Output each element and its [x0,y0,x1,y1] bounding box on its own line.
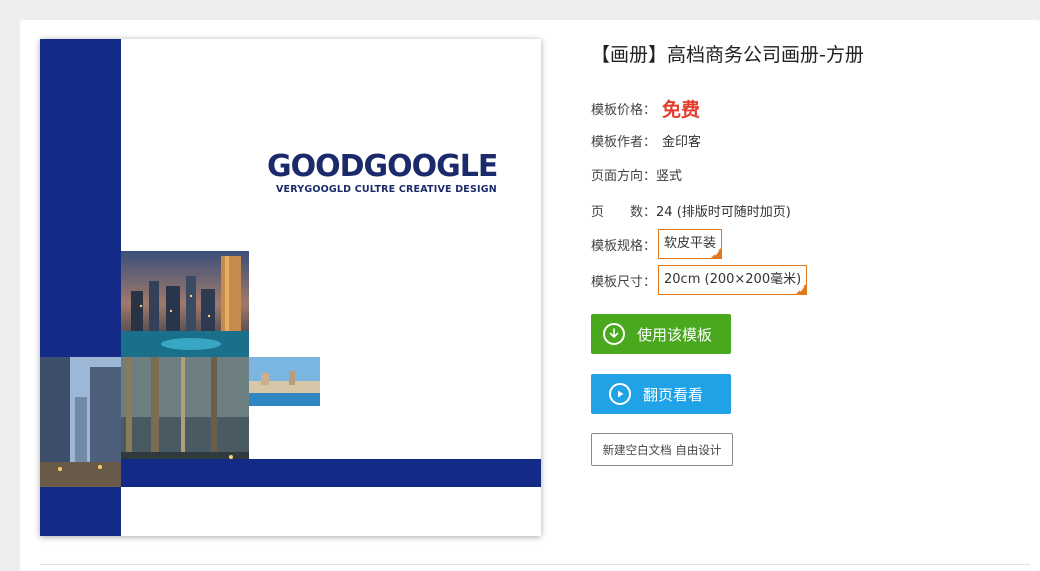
size-option-selected[interactable]: 20cm (200×200毫米) ✔ [658,265,808,295]
pages-label: 页 数： [591,205,657,220]
cover-navy-band [121,459,541,487]
new-blank-doc-label: 新建空白文档 自由设计 [602,442,722,457]
cover-photo-harbor [249,357,320,406]
flip-preview-label: 翻页看看 [643,385,704,404]
pages-value: 24 (排版时可随时加页) [656,205,791,220]
spec-option-label: 软皮平装 [664,236,717,251]
size-row: 模板尺寸： 20cm (200×200毫米) ✔ [591,265,808,295]
author-value: 金印客 [662,135,702,150]
orientation-value: 竖式 [656,169,683,184]
cover-preview[interactable]: GOODGOOGLE VERYGOOGLD CULTRE CREATIVE DE… [40,39,541,536]
cover-photo-night-city [121,251,249,357]
new-blank-doc-button[interactable]: 新建空白文档 自由设计 [591,433,733,466]
price-value: 免费 [662,99,701,121]
spec-label: 模板规格： [591,238,657,254]
pages-row: 页 数： 24 (排版时可随时加页) [591,201,791,220]
orientation-row: 页面方向： 竖式 [591,165,682,184]
flip-preview-button[interactable]: 翻页看看 [591,374,731,414]
play-circle-icon [609,383,631,405]
size-label: 模板尺寸： [591,274,657,290]
orientation-label: 页面方向： [591,169,657,184]
cover-brand: GOODGOOGLE [267,149,498,184]
use-template-label: 使用该模板 [637,325,713,344]
author-label: 模板作者： [591,135,657,150]
cover-tagline: VERYGOOGLD CULTRE CREATIVE DESIGN [276,184,497,195]
spec-option-selected[interactable]: 软皮平装 ✔ [658,229,723,259]
download-circle-icon [603,323,625,345]
price-label: 模板价格： [591,103,657,118]
price-row: 模板价格： 免费 [591,95,700,122]
size-option-label: 20cm (200×200毫米) [664,272,802,287]
use-template-button[interactable]: 使用该模板 [591,314,731,354]
divider [40,564,1030,565]
template-title: 【画册】高档商务公司画册-方册 [591,44,864,66]
author-row: 模板作者： 金印客 [591,131,701,150]
checkmark-icon: ✔ [798,285,806,294]
cover-photo-street [40,357,121,487]
spec-row: 模板规格： 软皮平装 ✔ [591,229,723,259]
checkmark-icon: ✔ [713,249,721,258]
